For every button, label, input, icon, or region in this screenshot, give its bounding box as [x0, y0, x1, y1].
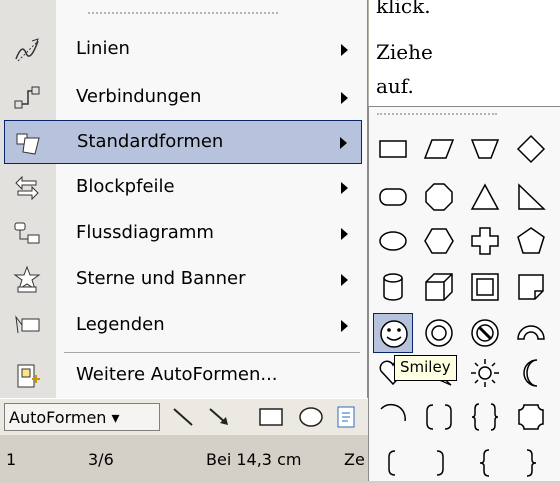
- menu-item-label: Standardformen: [77, 131, 224, 152]
- menu-item-blockpfeile[interactable]: Blockpfeile: [4, 166, 362, 210]
- menu-item-linien[interactable]: Linien: [4, 28, 362, 72]
- rounded-rectangle-shape-icon[interactable]: [373, 177, 413, 217]
- menu-item-label: Verbindungen: [76, 86, 202, 107]
- menu-item-flussdiagramm[interactable]: Flussdiagramm: [4, 212, 362, 256]
- document-area: klick. Ziehe auf.: [368, 0, 560, 106]
- block-arc-shape-icon[interactable]: [511, 313, 551, 353]
- menu-item-sterne-und-banner[interactable]: Sterne und Banner: [4, 258, 362, 302]
- left-bracket-shape-icon[interactable]: [373, 443, 413, 483]
- bevel-shape-icon[interactable]: [465, 267, 505, 307]
- stars-banners-icon: [13, 265, 41, 293]
- moon-shape-icon[interactable]: [511, 353, 551, 393]
- flowchart-icon: [14, 222, 40, 244]
- no-symbol-shape-icon[interactable]: [465, 313, 505, 353]
- donut-shape-icon[interactable]: [419, 313, 459, 353]
- parallelogram-shape-icon[interactable]: [419, 129, 459, 169]
- cube-shape-icon[interactable]: [419, 267, 459, 307]
- right-brace-shape-icon[interactable]: [511, 443, 551, 483]
- document-text-line: Ziehe: [376, 40, 433, 64]
- lines-icon: [15, 38, 39, 62]
- document-text-line: klick.: [376, 0, 431, 18]
- rectangle-shape-icon[interactable]: [373, 129, 413, 169]
- block-arrows-icon: [15, 175, 39, 201]
- callouts-icon: [15, 315, 40, 334]
- status-bar: 1 3/6 Bei 14,3 cm Ze: [0, 438, 368, 481]
- tooltip: Smiley: [394, 355, 457, 381]
- autoformen-button[interactable]: AutoFormen ▾: [4, 403, 160, 431]
- triangle-shape-icon[interactable]: [465, 177, 505, 217]
- menu-separator: [64, 352, 360, 353]
- menu-item-label: Sterne und Banner: [76, 268, 246, 289]
- cross-shape-icon[interactable]: [465, 221, 505, 261]
- menu-item-weitere-autoformen[interactable]: Weitere AutoFormen...: [4, 354, 362, 398]
- submenu-arrow-icon: [341, 92, 348, 104]
- arc-shape-icon[interactable]: [373, 397, 413, 437]
- status-position: Bei 14,3 cm: [206, 450, 302, 469]
- bracket-pair-shape-icon[interactable]: [419, 397, 459, 437]
- right-bracket-shape-icon[interactable]: [419, 443, 459, 483]
- menu-item-verbindungen[interactable]: Verbindungen: [4, 76, 362, 120]
- submenu-arrow-icon: [341, 274, 348, 286]
- sun-shape-icon[interactable]: [465, 353, 505, 393]
- autoshapes-menu: Linien Verbindungen Standardformen Block…: [0, 0, 368, 424]
- submenu-arrow-icon: [340, 137, 347, 149]
- status-section: 3/6: [88, 450, 114, 469]
- menu-item-label: Legenden: [76, 314, 165, 335]
- menu-drag-handle[interactable]: [88, 12, 278, 16]
- diamond-shape-icon[interactable]: [511, 129, 551, 169]
- menu-item-label: Flussdiagramm: [76, 222, 214, 243]
- basic-shapes-icon: [16, 133, 40, 155]
- brace-pair-shape-icon[interactable]: [465, 397, 505, 437]
- line-tool-icon[interactable]: [168, 403, 198, 431]
- submenu-arrow-icon: [341, 228, 348, 240]
- pentagon-shape-icon[interactable]: [511, 221, 551, 261]
- status-line: Ze: [344, 450, 365, 469]
- menu-item-label: Linien: [76, 38, 130, 59]
- menu-item-label: Blockpfeile: [76, 176, 175, 197]
- folded-corner-shape-icon[interactable]: [511, 267, 551, 307]
- submenu-arrow-icon: [341, 182, 348, 194]
- menu-item-legenden[interactable]: Legenden: [4, 304, 362, 348]
- oval-tool-icon[interactable]: [296, 403, 326, 431]
- connectors-icon: [14, 86, 40, 109]
- menu-item-standardformen[interactable]: Standardformen: [4, 120, 362, 164]
- rectangle-tool-icon[interactable]: [256, 403, 286, 431]
- menu-item-label: Weitere AutoFormen...: [76, 364, 278, 385]
- right-triangle-shape-icon[interactable]: [511, 177, 551, 217]
- octagon-shape-icon[interactable]: [419, 177, 459, 217]
- hexagon-shape-icon[interactable]: [419, 221, 459, 261]
- trapezoid-shape-icon[interactable]: [465, 129, 505, 169]
- submenu-drag-handle[interactable]: [377, 113, 497, 117]
- arrow-tool-icon[interactable]: [204, 403, 234, 431]
- textbox-tool-icon[interactable]: [332, 403, 362, 431]
- oval-shape-icon[interactable]: [373, 221, 413, 261]
- left-brace-shape-icon[interactable]: [465, 443, 505, 483]
- document-text-line: auf.: [376, 74, 414, 98]
- plaque-shape-icon[interactable]: [511, 397, 551, 437]
- basic-shapes-submenu: [368, 106, 560, 481]
- smiley-shape-icon[interactable]: [373, 313, 413, 353]
- submenu-arrow-icon: [341, 320, 348, 332]
- more-autoshapes-icon: [17, 364, 40, 388]
- can-shape-icon[interactable]: [373, 267, 413, 307]
- drawing-toolbar: AutoFormen ▾: [0, 398, 368, 435]
- status-page: 1: [6, 450, 17, 469]
- document-divider: [368, 0, 369, 106]
- submenu-arrow-icon: [341, 44, 348, 56]
